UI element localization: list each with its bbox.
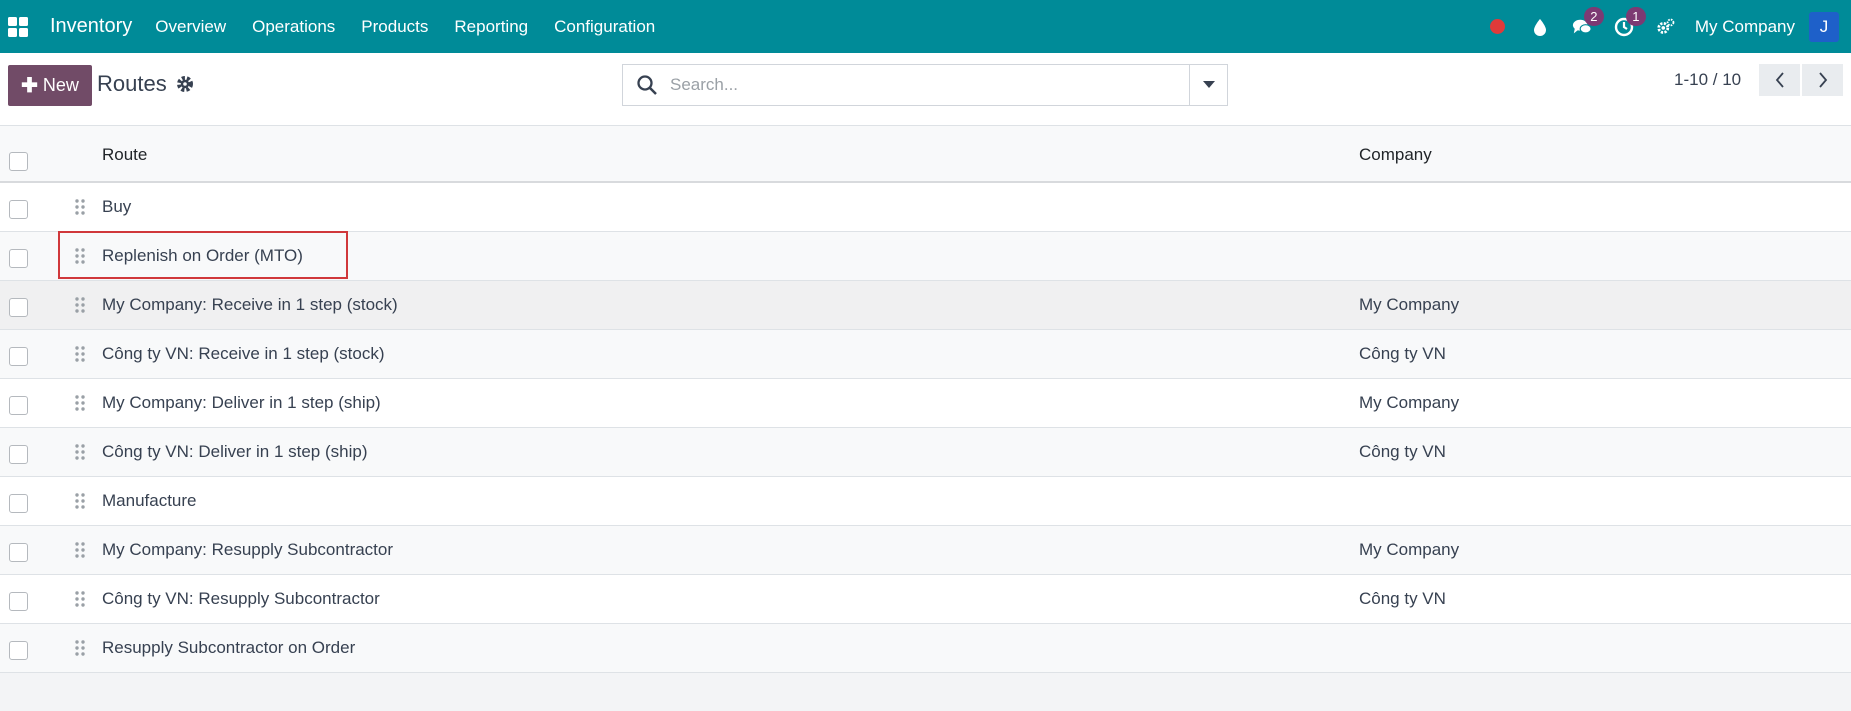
pager-value[interactable]: 1-10 / 10 bbox=[1674, 70, 1741, 90]
row-checkbox[interactable] bbox=[9, 592, 28, 611]
cell-company: My Company bbox=[1359, 393, 1460, 412]
column-header-route[interactable]: Route bbox=[102, 145, 147, 165]
recording-indicator-icon[interactable] bbox=[1480, 0, 1516, 53]
search-bar bbox=[622, 64, 1228, 106]
pager-previous-button[interactable] bbox=[1759, 64, 1800, 96]
table-row[interactable]: Manufacture bbox=[0, 477, 1851, 526]
table-row[interactable]: Resupply Subcontractor on Order bbox=[0, 624, 1851, 673]
user-avatar[interactable]: J bbox=[1809, 11, 1839, 42]
cell-route: Replenish on Order (MTO) bbox=[102, 246, 303, 265]
column-header-company[interactable]: Company bbox=[1359, 145, 1432, 165]
drop-icon[interactable] bbox=[1522, 0, 1558, 53]
row-checkbox[interactable] bbox=[9, 641, 28, 660]
cell-route: Công ty VN: Resupply Subcontractor bbox=[102, 589, 380, 608]
row-checkbox[interactable] bbox=[9, 200, 28, 219]
table-row[interactable]: Công ty VN: Resupply Subcontractor Công t… bbox=[0, 575, 1851, 624]
drag-handle-icon[interactable] bbox=[74, 198, 86, 216]
page-title[interactable]: Routes bbox=[97, 71, 167, 97]
cell-route: Resupply Subcontractor on Order bbox=[102, 638, 356, 657]
cell-route: Buy bbox=[102, 197, 132, 216]
routes-list: Route Company Buy Replenish on Order (MTO… bbox=[0, 126, 1851, 673]
search-input[interactable] bbox=[670, 75, 1170, 95]
row-checkbox[interactable] bbox=[9, 347, 28, 366]
row-checkbox[interactable] bbox=[9, 298, 28, 317]
table-row[interactable]: Replenish on Order (MTO) bbox=[0, 232, 1851, 281]
menu-products[interactable]: Products bbox=[348, 0, 441, 53]
chevron-right-icon bbox=[1818, 72, 1827, 88]
drag-handle-icon[interactable] bbox=[74, 443, 86, 461]
search-icon bbox=[637, 75, 657, 95]
table-row[interactable]: Công ty VN: Deliver in 1 step (ship) Công… bbox=[0, 428, 1851, 477]
apps-grid-icon[interactable] bbox=[0, 0, 36, 53]
cell-company: My Company bbox=[1359, 295, 1460, 314]
new-button-label: New bbox=[42, 75, 79, 95]
drag-handle-icon[interactable] bbox=[74, 345, 86, 363]
menu-configuration[interactable]: Configuration bbox=[541, 0, 668, 53]
caret-down-icon bbox=[1202, 81, 1215, 88]
select-all-checkbox[interactable] bbox=[9, 152, 28, 171]
top-navbar: Inventory Overview Operations Products R… bbox=[0, 0, 1851, 53]
cell-company: Công ty VN bbox=[1359, 589, 1446, 608]
app-name[interactable]: Inventory bbox=[50, 15, 132, 38]
row-checkbox[interactable] bbox=[9, 396, 28, 415]
cell-route: Manufacture bbox=[102, 491, 197, 510]
cell-route: Công ty VN: Receive in 1 step (stock) bbox=[102, 344, 385, 363]
table-row[interactable]: My Company: Resupply Subcontractor My Com… bbox=[0, 526, 1851, 575]
cell-company: Công ty VN bbox=[1359, 344, 1446, 363]
row-checkbox[interactable] bbox=[9, 249, 28, 268]
activities-clock-icon[interactable]: 1 bbox=[1606, 0, 1646, 53]
list-header: Route Company bbox=[0, 126, 1851, 183]
drag-handle-icon[interactable] bbox=[74, 247, 86, 265]
messages-icon[interactable]: 2 bbox=[1564, 0, 1604, 53]
drag-handle-icon[interactable] bbox=[74, 639, 86, 657]
cell-route: My Company: Deliver in 1 step (ship) bbox=[102, 393, 381, 412]
plus-icon: ✚ bbox=[21, 75, 38, 97]
chevron-left-icon bbox=[1775, 72, 1784, 88]
row-checkbox[interactable] bbox=[9, 445, 28, 464]
drag-handle-icon[interactable] bbox=[74, 590, 86, 608]
table-row[interactable]: Công ty VN: Receive in 1 step (stock) Côn… bbox=[0, 330, 1851, 379]
control-panel: ✚ New Routes 1-10 / 10 bbox=[0, 53, 1851, 126]
row-checkbox[interactable] bbox=[9, 543, 28, 562]
activities-badge: 1 bbox=[1625, 7, 1646, 26]
menu-reporting[interactable]: Reporting bbox=[441, 0, 541, 53]
cell-route: My Company: Receive in 1 step (stock) bbox=[102, 295, 398, 314]
company-switch-gears-icon[interactable] bbox=[1648, 0, 1684, 53]
row-checkbox[interactable] bbox=[9, 494, 28, 513]
company-switcher[interactable]: My Company bbox=[1695, 17, 1795, 37]
drag-handle-icon[interactable] bbox=[74, 541, 86, 559]
messages-badge: 2 bbox=[1583, 7, 1604, 26]
table-row[interactable]: My Company: Deliver in 1 step (ship) My C… bbox=[0, 379, 1851, 428]
pager-next-button[interactable] bbox=[1802, 64, 1843, 96]
cell-company: My Company bbox=[1359, 540, 1460, 559]
table-row[interactable]: Buy bbox=[0, 183, 1851, 232]
drag-handle-icon[interactable] bbox=[74, 492, 86, 510]
new-button[interactable]: ✚ New bbox=[8, 65, 92, 106]
drag-handle-icon[interactable] bbox=[74, 296, 86, 314]
menu-overview[interactable]: Overview bbox=[142, 0, 239, 53]
search-options-toggle[interactable] bbox=[1189, 65, 1227, 105]
cell-route: My Company: Resupply Subcontractor bbox=[102, 540, 394, 559]
menu-operations[interactable]: Operations bbox=[239, 0, 348, 53]
table-row[interactable]: My Company: Receive in 1 step (stock) My … bbox=[0, 281, 1851, 330]
cell-company: Công ty VN bbox=[1359, 442, 1446, 461]
cell-route: Công ty VN: Deliver in 1 step (ship) bbox=[102, 442, 368, 461]
gear-icon[interactable] bbox=[175, 74, 195, 94]
drag-handle-icon[interactable] bbox=[74, 394, 86, 412]
